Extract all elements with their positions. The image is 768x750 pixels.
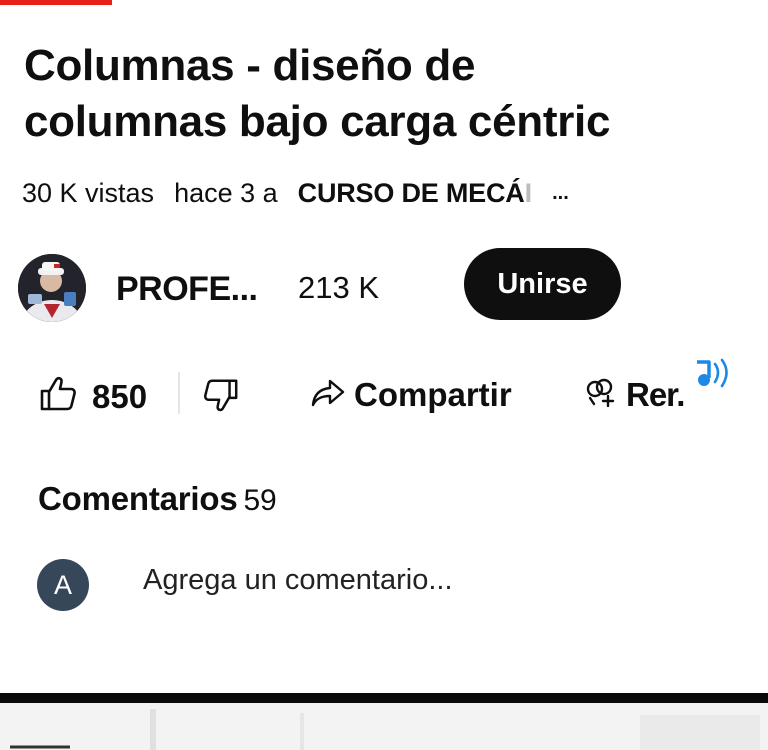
share-button[interactable]: Compartir [310,374,512,415]
video-title[interactable]: Columnas - diseño de columnas bajo carga… [24,38,684,150]
share-arrow-icon [310,374,346,415]
video-title-line-1: Columnas - diseño de [24,41,476,90]
remix-icon [582,374,618,415]
video-progress-bar[interactable] [0,0,112,5]
user-avatar-letter: A [53,569,72,600]
more-link[interactable]: ... [552,182,569,205]
comments-header[interactable]: Comentarios 59 [38,480,277,518]
playlist-link[interactable]: CURSO DE MECÁ [298,178,525,209]
add-comment-input[interactable]: Agrega un comentario... [143,564,453,597]
thumbs-down-icon [202,376,240,419]
user-avatar: A [37,559,89,611]
channel-row: PROFE... 213 K Unirse [18,248,748,324]
playlist-fade: I [524,178,533,208]
remix-button[interactable]: Rer. [582,374,685,415]
related-content-strip [0,703,768,750]
channel-avatar[interactable] [18,254,86,322]
like-count: 850 [92,377,148,415]
like-button[interactable]: 850 [38,374,147,419]
thumbs-up-icon [38,374,78,419]
channel-avatar-image [18,254,86,322]
upload-age: hace 3 a [174,178,278,208]
like-divider [178,372,180,414]
comments-title: Comentarios [38,480,238,517]
audio-note-icon [691,356,741,396]
share-label: Compartir [354,375,512,413]
subscriber-count: 213 K [298,270,380,305]
join-button[interactable]: Unirse [464,248,621,320]
action-bar: 850 Compartir Rer. [30,360,768,430]
video-title-line-2: columnas bajo carga céntric [24,97,611,146]
comments-count: 59 [243,484,277,517]
video-meta[interactable]: 30 K vistas hace 3 a CURSO DE MECÁ I ... [22,178,569,209]
bottom-divider [0,693,768,703]
remix-label: Rer. [626,375,685,413]
dislike-button[interactable] [202,376,240,419]
view-count: 30 K vistas [22,178,155,208]
channel-name[interactable]: PROFE... [116,270,258,309]
